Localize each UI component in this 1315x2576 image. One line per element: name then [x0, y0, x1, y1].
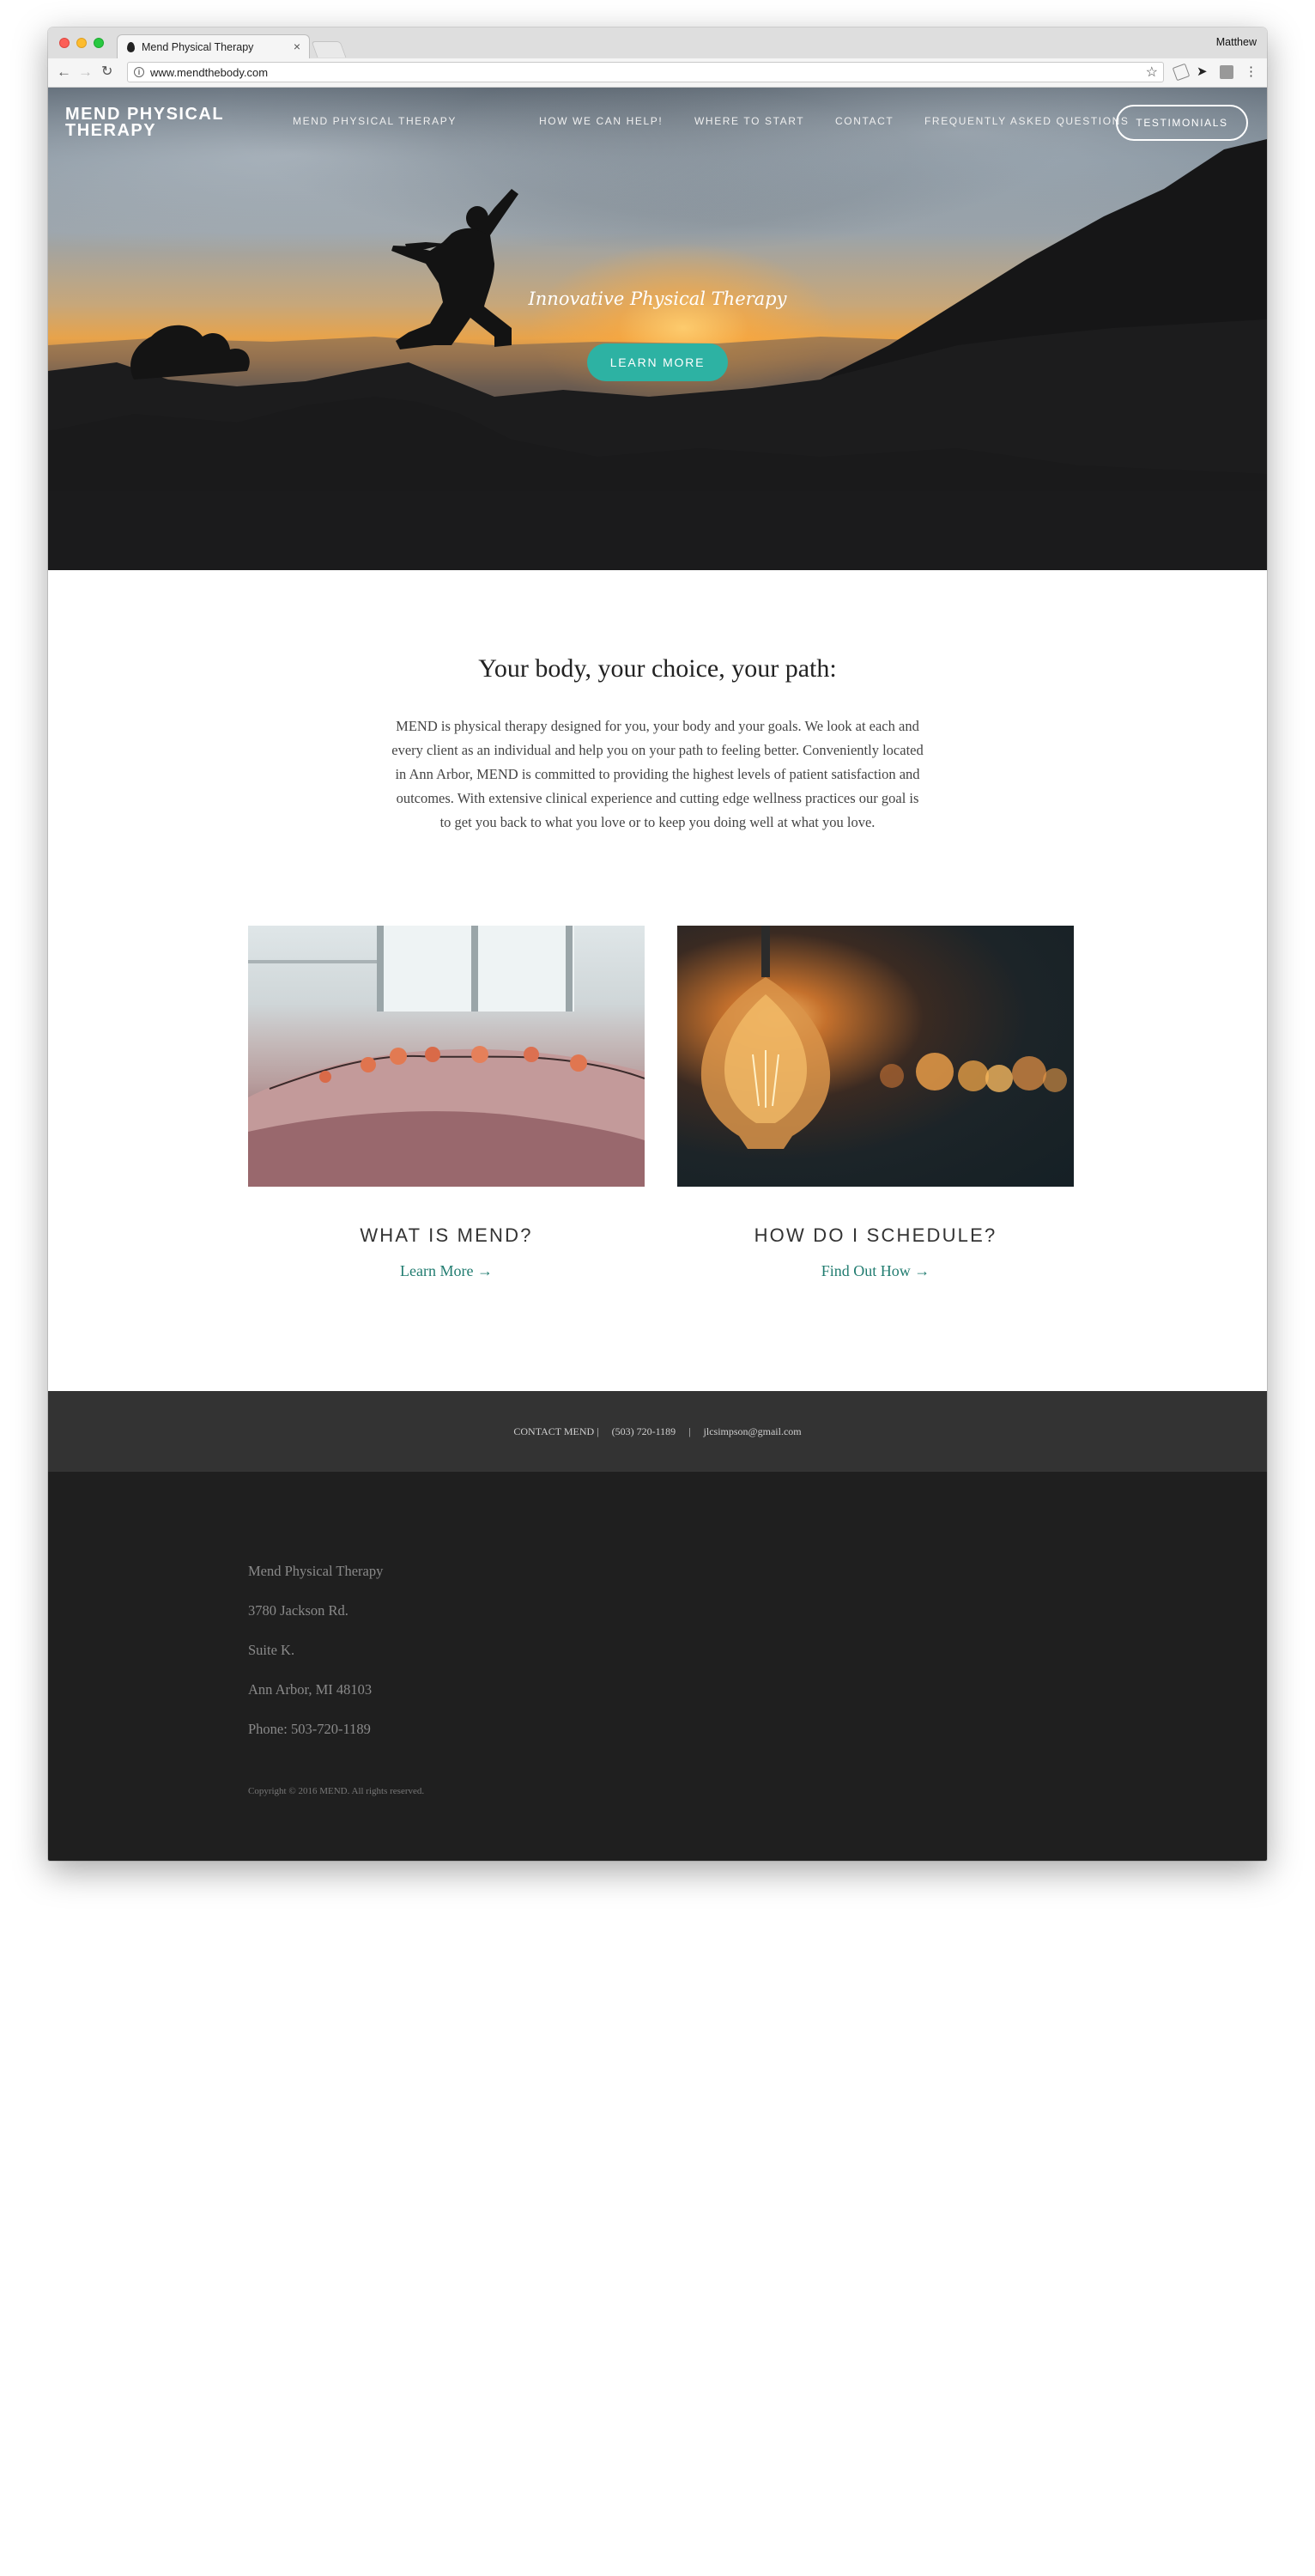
- footer-phone: Phone: 503-720-1189: [248, 1721, 371, 1737]
- contact-info[interactable]: CONTACT MEND | (503) 720-1189 | jlcsimps…: [48, 1425, 1267, 1438]
- card-title-what-is-mend: WHAT IS MEND?: [360, 1224, 533, 1246]
- menu-icon[interactable]: ⋮: [1245, 65, 1258, 79]
- copyright-notice: Copyright © 2016 MEND. All rights reserv…: [248, 1786, 425, 1796]
- nav-link-contact[interactable]: CONTACT: [835, 115, 894, 127]
- site-logo[interactable]: MEND PHYSICAL THERAPY: [65, 106, 254, 139]
- minimize-window-button[interactable]: [76, 38, 87, 48]
- profile-name[interactable]: Matthew: [1216, 36, 1257, 48]
- how-do-i-schedule-image[interactable]: [677, 926, 1074, 1187]
- extension-icon[interactable]: [1220, 65, 1233, 79]
- window-back-flowers-photo: [248, 926, 645, 1187]
- browser-toolbar: ← → ↻ i www.mendthebody.com ☆ ➤ ⋮: [48, 58, 1267, 88]
- hero-landscape: [48, 139, 1267, 570]
- contact-bar: CONTACT MEND | (503) 720-1189 | jlcsimps…: [48, 1391, 1267, 1472]
- find-out-how-link[interactable]: Find Out How →: [677, 1262, 1074, 1280]
- footer-address-city: Ann Arbor, MI 48103: [248, 1681, 373, 1698]
- browser-window: Mend Physical Therapy × Matthew ← → ↻ i …: [48, 27, 1267, 1861]
- footer-business-name: Mend Physical Therapy: [248, 1563, 384, 1579]
- info-icon[interactable]: i: [134, 67, 144, 77]
- light-bulb-photo: [700, 926, 1067, 1149]
- footer-address-street: 3780 Jackson Rd.: [248, 1602, 348, 1619]
- hero-banner: MEND PHYSICAL THERAPY MEND PHYSICAL THER…: [48, 88, 1267, 570]
- tab-close-icon[interactable]: ×: [294, 39, 300, 53]
- footer: Mend Physical Therapy 3780 Jackson Rd. S…: [48, 1472, 1267, 1861]
- jumping-person-silhouette: [391, 189, 518, 349]
- card-title-how-do-i-schedule: HOW DO I SCHEDULE?: [754, 1224, 997, 1246]
- nav-link-where-to-start[interactable]: WHERE TO START: [694, 115, 804, 127]
- browser-tab[interactable]: Mend Physical Therapy ×: [117, 34, 310, 59]
- tab-title: Mend Physical Therapy: [142, 41, 254, 53]
- maximize-window-button[interactable]: [94, 38, 104, 48]
- nav-link-how-we-can-help[interactable]: HOW WE CAN HELP!: [539, 115, 663, 127]
- intro-heading: Your body, your choice, your path:: [478, 654, 837, 683]
- learn-more-link[interactable]: Learn More →: [248, 1262, 645, 1280]
- testimonials-button[interactable]: TESTIMONIALS: [1116, 105, 1248, 141]
- close-window-button[interactable]: [59, 38, 70, 48]
- address-bar[interactable]: i www.mendthebody.com ☆: [127, 62, 1164, 82]
- reload-icon[interactable]: ↻: [101, 64, 112, 81]
- what-is-mend-image[interactable]: [248, 926, 645, 1187]
- new-tab-button[interactable]: [311, 41, 347, 58]
- url-text[interactable]: www.mendthebody.com: [150, 66, 268, 79]
- nav-link-mend-physical-therapy[interactable]: MEND PHYSICAL THERAPY: [293, 115, 457, 127]
- favicon-icon: [127, 42, 135, 52]
- star-icon[interactable]: ☆: [1146, 64, 1158, 81]
- hero-tagline: Innovative Physical Therapy: [528, 289, 787, 309]
- title-bar: Mend Physical Therapy × Matthew: [48, 27, 1267, 59]
- nav-link-faq[interactable]: FREQUENTLY ASKED QUESTIONS: [924, 115, 1130, 127]
- intro-paragraph: MEND is physical therapy designed for yo…: [391, 718, 924, 830]
- learn-more-button[interactable]: LEARN MORE: [587, 343, 728, 381]
- back-arrow-icon[interactable]: ←: [57, 64, 71, 81]
- footer-address-suite: Suite K.: [248, 1642, 295, 1658]
- cursor-extension-icon[interactable]: ➤: [1197, 65, 1210, 79]
- forward-arrow-icon[interactable]: →: [78, 64, 93, 81]
- extension-icon[interactable]: [1172, 63, 1191, 82]
